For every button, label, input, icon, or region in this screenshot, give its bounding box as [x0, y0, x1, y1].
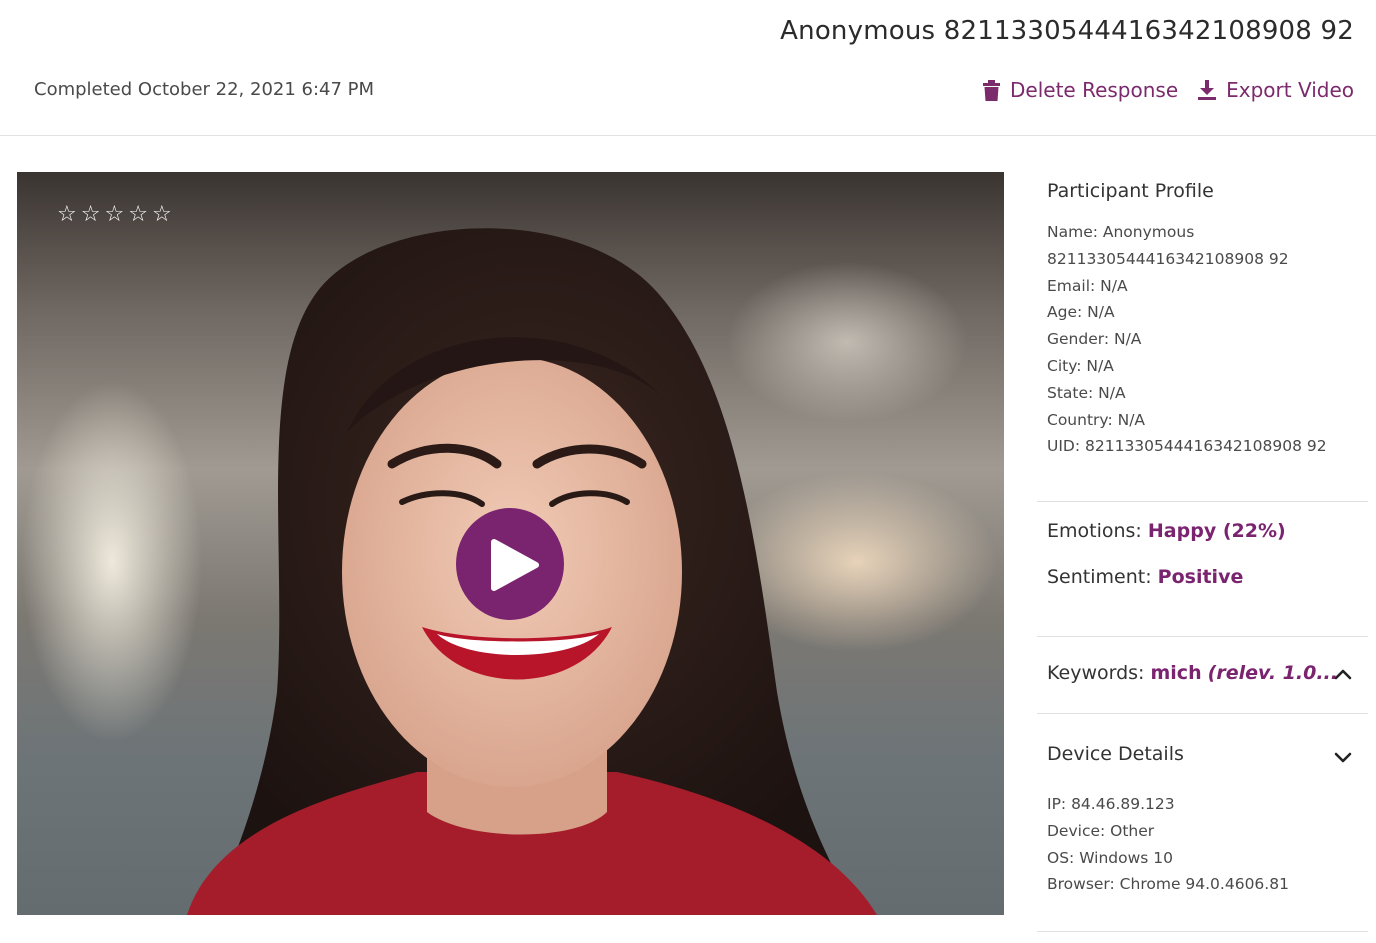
profile-age: Age: N/A: [1047, 303, 1115, 322]
play-button[interactable]: [456, 508, 564, 620]
emotions-value: Happy (22%): [1147, 520, 1286, 542]
profile-uid: UID: 8211330544416342108908 92: [1047, 437, 1327, 456]
star-icon[interactable]: ☆: [104, 204, 124, 226]
emotions-label: Emotions:: [1047, 520, 1142, 542]
sentiment-value: Positive: [1157, 566, 1244, 588]
chevron-up-icon[interactable]: [1334, 665, 1352, 684]
header-actions: Delete Response Export Video: [983, 78, 1354, 102]
response-video-player[interactable]: ☆ ☆ ☆ ☆ ☆: [17, 172, 1004, 915]
keywords-label: Keywords:: [1047, 662, 1145, 684]
profile-name-id: 8211330544416342108908 92: [1047, 249, 1289, 268]
page-title: Anonymous 8211330544416342108908 92: [780, 16, 1354, 46]
response-header: Anonymous 8211330544416342108908 92 Comp…: [0, 0, 1376, 136]
delete-response-label: Delete Response: [1010, 78, 1179, 102]
keywords-relevance: (relev. 1.0...: [1207, 662, 1338, 684]
device-type: Device: Other: [1047, 821, 1155, 840]
device-ip: IP: 84.46.89.123: [1047, 795, 1175, 813]
profile-state: State: N/A: [1047, 383, 1126, 402]
details-panel: Participant Profile Name: Anonymous 8211…: [1037, 172, 1368, 932]
device-details-title[interactable]: Device Details: [1047, 743, 1184, 765]
sentiment-label: Sentiment:: [1047, 566, 1152, 588]
export-video-label: Export Video: [1226, 78, 1354, 102]
star-icon[interactable]: ☆: [128, 204, 148, 226]
star-icon[interactable]: ☆: [81, 204, 101, 226]
sentiment-row: Sentiment: Positive: [1047, 566, 1368, 588]
profile-title: Participant Profile: [1047, 180, 1214, 202]
profile-info-list: Name: Anonymous 8211330544416342108908 9…: [1047, 219, 1368, 460]
keywords-value: mich: [1150, 662, 1202, 684]
chevron-down-icon[interactable]: [1334, 749, 1352, 768]
device-details-section: Device Details IP: 84.46.89.123 Device: …: [1037, 714, 1368, 932]
device-info-list: IP: 84.46.89.123 Device: Other OS: Windo…: [1047, 791, 1289, 898]
completed-timestamp: Completed October 22, 2021 6:47 PM: [34, 79, 375, 100]
trash-icon: [983, 79, 1000, 101]
play-icon: [491, 539, 539, 591]
analysis-section: Emotions: Happy (22%) Sentiment: Positiv…: [1037, 502, 1368, 637]
profile-city: City: N/A: [1047, 356, 1114, 375]
profile-name: Name: Anonymous: [1047, 223, 1195, 241]
keywords-section[interactable]: Keywords: mich (relev. 1.0...: [1037, 637, 1368, 714]
delete-response-button[interactable]: Delete Response: [983, 78, 1178, 102]
export-video-button[interactable]: Export Video: [1198, 78, 1354, 102]
star-icon[interactable]: ☆: [152, 204, 172, 226]
profile-email: Email: N/A: [1047, 276, 1128, 295]
device-os: OS: Windows 10: [1047, 848, 1174, 867]
download-icon: [1198, 80, 1217, 100]
star-rating: ☆ ☆ ☆ ☆ ☆: [57, 204, 172, 226]
emotions-row: Emotions: Happy (22%): [1047, 520, 1368, 542]
device-browser: Browser: Chrome 94.0.4606.81: [1047, 875, 1289, 894]
profile-gender: Gender: N/A: [1047, 330, 1142, 349]
keywords-row: Keywords: mich (relev. 1.0...: [1047, 662, 1338, 684]
participant-profile-section: Participant Profile Name: Anonymous 8211…: [1037, 180, 1368, 502]
star-icon[interactable]: ☆: [57, 204, 77, 226]
profile-country: Country: N/A: [1047, 410, 1146, 429]
